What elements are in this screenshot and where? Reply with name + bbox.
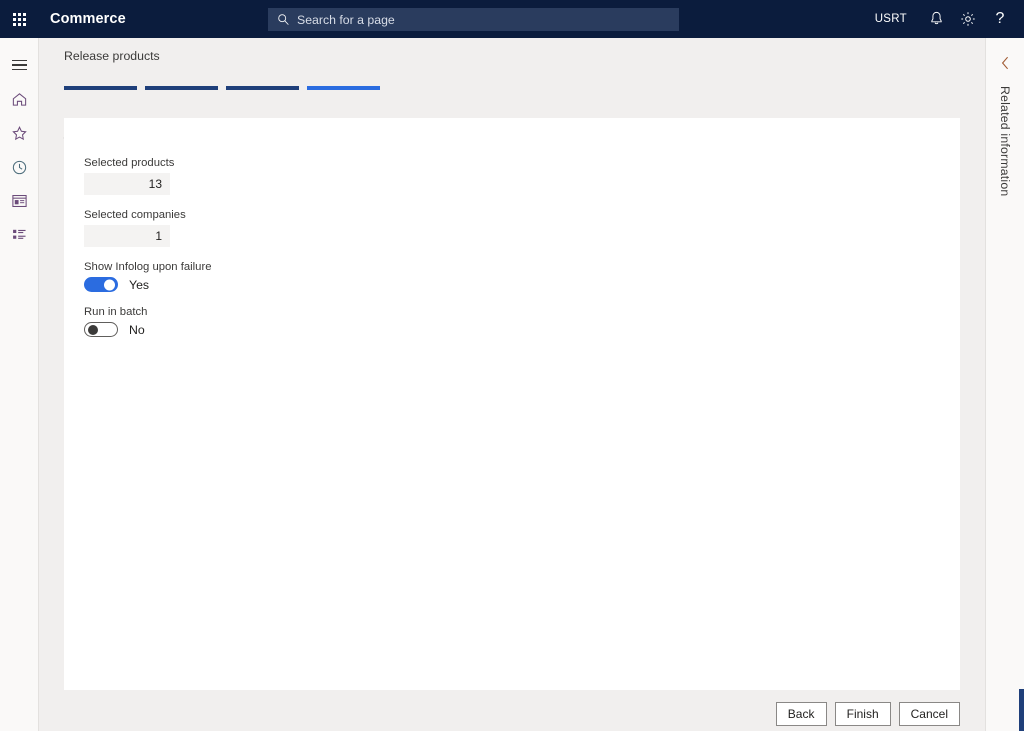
search-box[interactable]: Search for a page <box>268 8 679 31</box>
run-in-batch-toggle-row: No <box>84 322 960 337</box>
company-selector[interactable]: USRT <box>862 13 920 25</box>
modules-list-icon <box>12 229 26 239</box>
notifications-button[interactable] <box>920 0 952 38</box>
wizard-step-2 <box>145 86 218 90</box>
wizard-step-3 <box>226 86 299 90</box>
app-launcher-button[interactable] <box>0 0 38 38</box>
show-infolog-field: Show Infolog upon failure Yes <box>84 260 960 292</box>
workspace-icon <box>11 195 27 207</box>
settings-button[interactable] <box>952 0 984 38</box>
wizard-step-1 <box>64 86 137 90</box>
back-button[interactable]: Back <box>775 701 827 726</box>
help-button[interactable]: ? <box>984 0 1016 38</box>
app-launcher-icon <box>12 12 26 26</box>
brand-title: Commerce <box>50 11 126 27</box>
search-icon <box>278 14 289 25</box>
toggle-knob <box>88 324 98 335</box>
left-navigation-rail <box>0 38 39 731</box>
run-in-batch-label: Run in batch <box>84 306 148 318</box>
show-infolog-toggle[interactable] <box>84 277 118 292</box>
wizard-progress-indicator <box>64 86 380 90</box>
gear-icon <box>961 12 975 26</box>
nav-menu-toggle[interactable] <box>0 48 39 82</box>
selected-products-field: Selected products <box>84 156 960 195</box>
main-content-area: Release products Confirm selection Selec… <box>39 38 985 731</box>
finish-button[interactable]: Finish <box>834 701 891 726</box>
home-icon <box>12 92 26 106</box>
sidebar-item-recent[interactable] <box>0 150 39 184</box>
top-bar-actions: USRT ? <box>862 0 1016 38</box>
wizard-footer: Back Finish Cancel <box>64 696 960 731</box>
star-icon <box>11 125 27 140</box>
wizard-content-card: Selected products Selected companies Sho… <box>64 118 960 690</box>
run-in-batch-field: Run in batch No <box>84 305 960 337</box>
bell-icon <box>930 11 942 25</box>
clock-icon <box>12 160 26 174</box>
show-infolog-state: Yes <box>129 277 150 292</box>
search-placeholder: Search for a page <box>297 12 395 27</box>
confirm-selection-form: Selected products Selected companies Sho… <box>64 118 960 337</box>
run-in-batch-state: No <box>129 322 145 337</box>
selected-products-label: Selected products <box>84 157 175 169</box>
related-information-panel: Related information <box>985 38 1024 731</box>
sidebar-item-favorites[interactable] <box>0 116 39 150</box>
top-navigation-bar: Commerce Search for a page USRT ? <box>0 0 1024 38</box>
selected-companies-input[interactable] <box>84 225 170 247</box>
selected-companies-label: Selected companies <box>84 209 186 221</box>
help-icon: ? <box>995 10 1005 27</box>
sidebar-item-home[interactable] <box>0 82 39 116</box>
cancel-button[interactable]: Cancel <box>898 701 960 726</box>
selected-products-input[interactable] <box>84 173 170 195</box>
app-root: Commerce Search for a page USRT ? Releas… <box>0 0 1024 731</box>
toggle-knob <box>104 279 115 290</box>
panel-scroll-indicator[interactable] <box>1019 689 1024 731</box>
related-information-label[interactable]: Related information <box>998 86 1012 196</box>
wizard-step-4-active <box>307 86 380 90</box>
show-infolog-label: Show Infolog upon failure <box>84 261 212 273</box>
sidebar-item-workspaces[interactable] <box>0 184 39 218</box>
sidebar-item-modules[interactable] <box>0 218 39 252</box>
hamburger-icon <box>11 59 27 71</box>
run-in-batch-toggle[interactable] <box>84 322 118 337</box>
chevron-left-icon <box>1001 56 1008 70</box>
breadcrumb[interactable]: Release products <box>64 49 160 63</box>
show-infolog-toggle-row: Yes <box>84 277 960 292</box>
selected-companies-field: Selected companies <box>84 208 960 247</box>
expand-related-information-button[interactable] <box>990 50 1020 76</box>
